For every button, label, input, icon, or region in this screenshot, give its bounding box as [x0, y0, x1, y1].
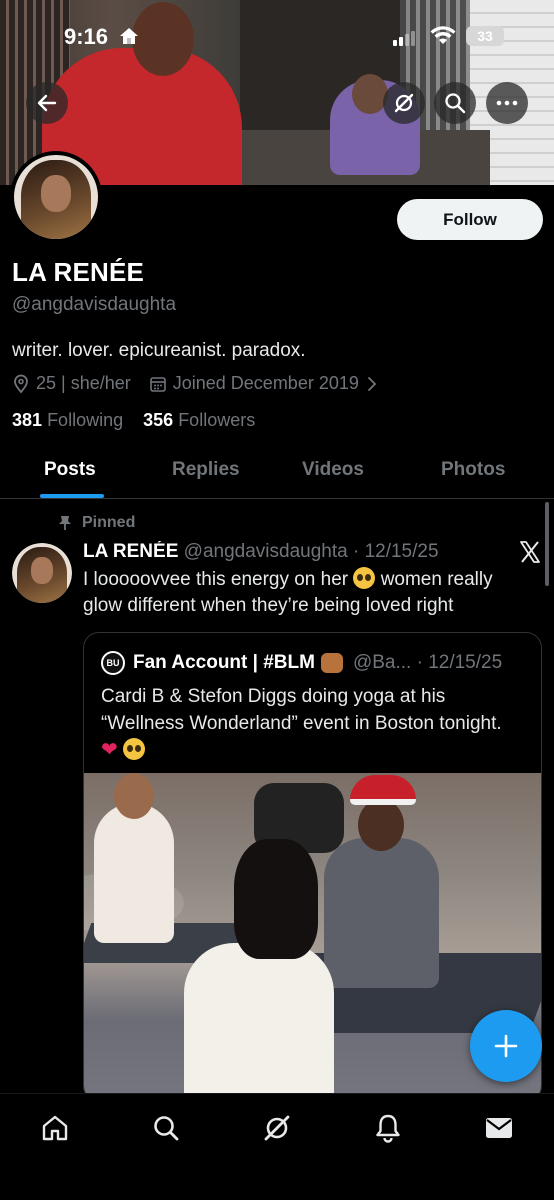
- status-time: 9:16: [64, 24, 109, 49]
- mail-icon: [486, 1118, 512, 1138]
- profile-bio: writer. lover. epicureanist. paradox.: [12, 340, 306, 361]
- compose-button[interactable]: [470, 1010, 542, 1082]
- x-logo-icon[interactable]: [518, 540, 542, 564]
- pleading-face-emoji: [353, 567, 376, 589]
- active-tab-indicator: [40, 494, 104, 498]
- search-icon: [445, 93, 466, 114]
- pinned-label: Pinned: [58, 514, 135, 532]
- follow-stats: 381 Following 356 Followers: [12, 410, 255, 431]
- more-icon: [496, 100, 518, 106]
- profile-location: 25 | she/her: [36, 373, 131, 393]
- post-text: I looooovvee this energy on her women re…: [83, 567, 493, 616]
- quoted-author-name: Fan Account | #BLM: [133, 652, 315, 673]
- scrollbar[interactable]: [545, 502, 549, 586]
- nav-messages[interactable]: [483, 1112, 515, 1144]
- nav-search[interactable]: [150, 1112, 182, 1144]
- home-icon: [42, 1115, 68, 1141]
- heart-emoji: ❤: [101, 739, 118, 761]
- plus-icon: [494, 1034, 518, 1058]
- chevron-right-icon[interactable]: [365, 375, 379, 393]
- grok-icon: [394, 93, 414, 113]
- signal-icon: [393, 31, 415, 46]
- profile-meta: 25 | she/her Joined December 2019: [12, 373, 385, 394]
- follow-button[interactable]: Follow: [397, 199, 543, 240]
- pin-icon: [59, 516, 71, 530]
- quoted-post-header: BU Fan Account | #BLM @Ba... · 12/15/25: [101, 651, 531, 675]
- calendar-icon: [149, 376, 166, 392]
- profile-name: LA RENÉE: [12, 257, 145, 287]
- bell-icon: [376, 1114, 400, 1143]
- tab-posts[interactable]: Posts: [44, 459, 96, 481]
- status-bar: 9:16 33: [0, 0, 554, 76]
- post-author-avatar[interactable]: [12, 543, 72, 603]
- profile-tabs: Posts Replies Videos Photos: [0, 446, 554, 499]
- avatar-image: [14, 155, 98, 239]
- grok-button[interactable]: [383, 82, 425, 124]
- arrow-left-icon: [37, 94, 57, 112]
- nav-grok[interactable]: [261, 1112, 293, 1144]
- tab-photos[interactable]: Photos: [441, 459, 505, 481]
- tab-videos[interactable]: Videos: [302, 459, 364, 481]
- nav-notifications[interactable]: [372, 1112, 404, 1144]
- quoted-author-avatar[interactable]: BU: [101, 651, 125, 675]
- location-pin-icon: [14, 374, 28, 393]
- quoted-handle-date: @Ba... · 12/15/25: [352, 652, 503, 673]
- followers-link[interactable]: 356 Followers: [143, 410, 255, 430]
- banner-child-head: [352, 74, 388, 114]
- grok-icon: [264, 1115, 290, 1141]
- post-author-name[interactable]: LA RENÉE: [83, 541, 178, 562]
- post-handle-date[interactable]: @angdavisdaughta · 12/15/25: [184, 541, 439, 562]
- pleading-face-emoji: [123, 738, 146, 760]
- home-status-icon: [120, 28, 138, 44]
- profile-joined: Joined December 2019: [172, 373, 359, 393]
- raised-fist-emoji: [320, 653, 343, 673]
- following-link[interactable]: 381 Following: [12, 410, 123, 430]
- back-button[interactable]: [26, 82, 68, 124]
- wifi-icon: [430, 26, 456, 44]
- post-header: LA RENÉE @angdavisdaughta · 12/15/25: [83, 541, 503, 563]
- tab-replies[interactable]: Replies: [172, 459, 240, 481]
- nav-home[interactable]: [39, 1112, 71, 1144]
- more-button[interactable]: [486, 82, 528, 124]
- quoted-post-text: Cardi B & Stefon Diggs doing yoga at his…: [101, 686, 502, 761]
- search-icon: [154, 1116, 179, 1141]
- search-button[interactable]: [434, 82, 476, 124]
- profile-avatar[interactable]: [10, 151, 102, 243]
- profile-handle: @angdavisdaughta: [12, 294, 177, 315]
- bottom-nav: [0, 1093, 554, 1200]
- battery-indicator: 33: [466, 26, 504, 46]
